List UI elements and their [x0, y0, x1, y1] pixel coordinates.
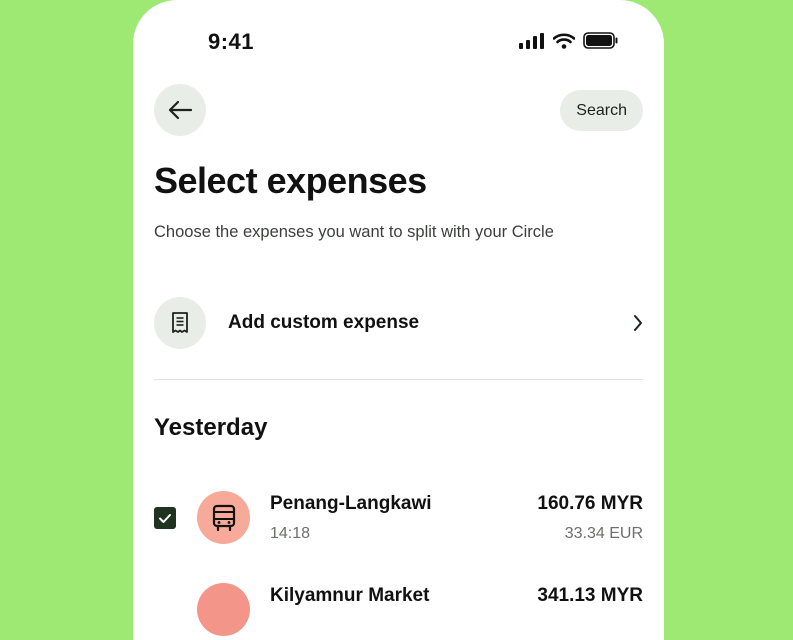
bus-icon-circle [197, 491, 250, 544]
status-icons [519, 32, 619, 49]
section-title: Yesterday [154, 414, 268, 441]
expense-amount: 341.13 MYR [537, 585, 643, 606]
expense-converted-amount: 33.34 EUR [564, 525, 643, 542]
expense-checkbox[interactable] [154, 507, 176, 529]
divider [154, 379, 643, 380]
page-title: Select expenses [154, 160, 427, 201]
status-time: 9:41 [208, 29, 255, 54]
search-button[interactable]: Search [560, 90, 643, 131]
add-custom-expense-label: Add custom expense [228, 311, 420, 333]
expense-row[interactable]: Kilyamnur Market 341.13 MYR [154, 583, 643, 640]
add-custom-expense-row[interactable]: Add custom expense [154, 296, 643, 349]
chevron-right-icon [623, 314, 643, 332]
receipt-icon-circle [154, 296, 206, 349]
expense-name: Kilyamnur Market [270, 585, 430, 606]
expense-time: 14:18 [270, 525, 311, 542]
expense-row[interactable]: Penang-Langkawi 14:18 160.76 MYR 33.34 E… [154, 491, 643, 551]
receipt-icon [172, 311, 188, 333]
wifi-icon [553, 32, 575, 49]
phone-screen: 9:41 Search Select expenses Choose the e… [133, 0, 664, 640]
shop-icon-circle [197, 583, 250, 636]
arrow-left-icon [168, 100, 193, 120]
check-icon [159, 513, 171, 523]
battery-icon [583, 32, 618, 49]
signal-icon [519, 32, 544, 49]
back-button[interactable] [154, 84, 206, 136]
expense-name: Penang-Langkawi [270, 493, 432, 514]
bus-icon [212, 504, 235, 531]
expense-amount: 160.76 MYR [537, 493, 643, 514]
page-subtitle: Choose the expenses you want to split wi… [154, 223, 554, 241]
